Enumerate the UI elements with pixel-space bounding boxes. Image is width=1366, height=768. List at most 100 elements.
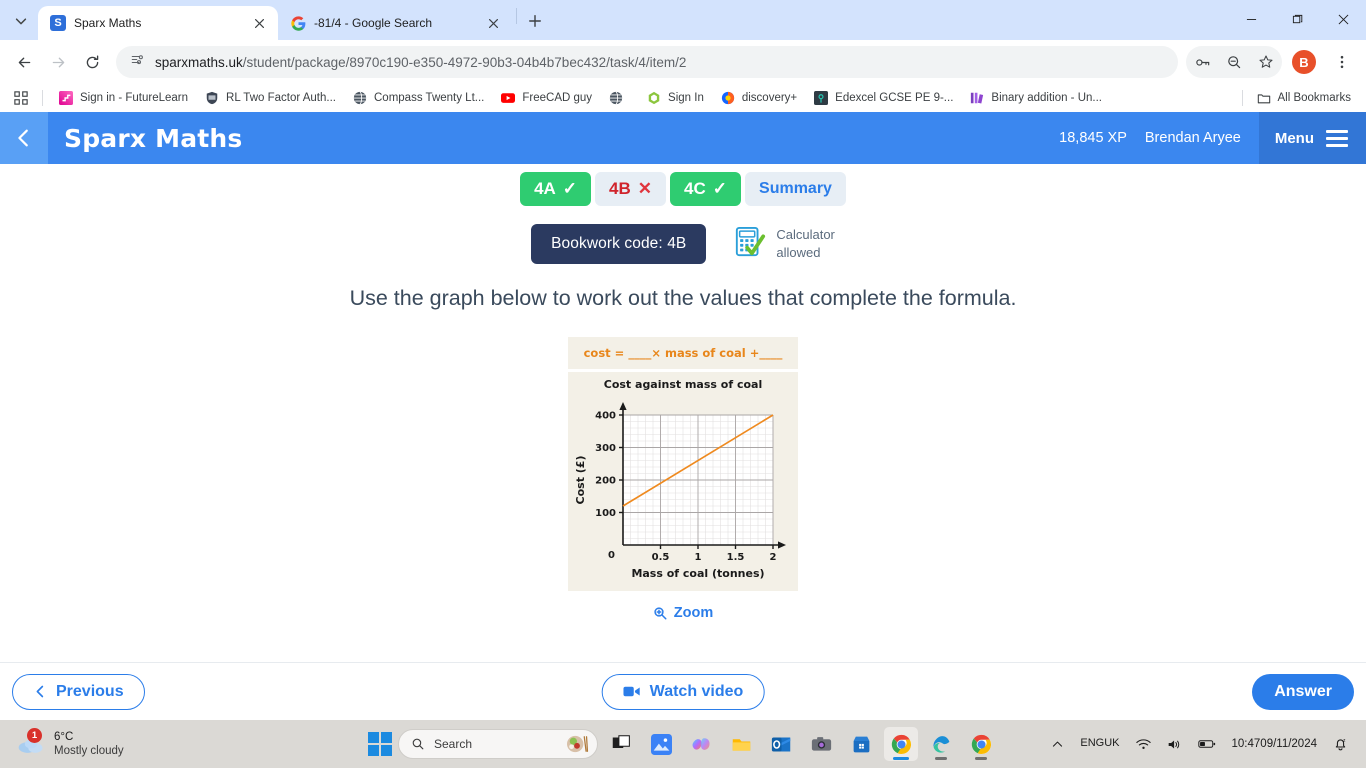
new-tab-button[interactable]: [521, 7, 549, 35]
watch-video-wrapper: Watch video: [601, 673, 765, 710]
start-button[interactable]: [368, 732, 392, 756]
reload-icon[interactable]: [76, 46, 108, 78]
microsoft-store-icon[interactable]: [844, 727, 878, 761]
chart-title: Cost against mass of coal: [603, 378, 763, 391]
bookmark-sign-in[interactable]: Sign In: [639, 87, 711, 109]
bookmark-label: Binary addition - Un...: [991, 92, 1102, 104]
bookmark-rl-two-factor[interactable]: RL Two Factor Auth...: [197, 87, 343, 109]
volume-icon[interactable]: [1161, 734, 1188, 755]
outlook-icon[interactable]: [764, 727, 798, 761]
x-axis-label: Mass of coal (tonnes): [631, 567, 764, 580]
watch-video-button[interactable]: Watch video: [601, 673, 765, 710]
close-window-icon[interactable]: [1320, 0, 1366, 38]
task-view-icon[interactable]: [604, 727, 638, 761]
previous-button[interactable]: Previous: [12, 673, 145, 710]
apps-grid-icon[interactable]: [8, 86, 34, 110]
url-host: sparxmaths.uk: [155, 54, 243, 70]
tab-sparx-maths[interactable]: S Sparx Maths: [38, 6, 278, 40]
app-brand: Sparx Maths: [64, 123, 243, 153]
weather-text: 6°C Mostly cloudy: [54, 730, 124, 759]
all-bookmarks-button[interactable]: All Bookmarks: [1249, 87, 1359, 109]
weather-widget[interactable]: 1 6°C Mostly cloudy: [8, 728, 132, 761]
close-icon[interactable]: [250, 14, 268, 32]
windows-taskbar: 1 6°C Mostly cloudy Search ENG UK 10:47 …: [0, 720, 1366, 768]
maximize-icon[interactable]: [1274, 0, 1320, 38]
calculator-allowed: Calculator allowed: [734, 226, 835, 263]
zoom-button[interactable]: Zoom: [653, 605, 713, 621]
bookmark-edexcel-gcse-pe[interactable]: Edexcel GCSE PE 9-...: [806, 87, 960, 109]
camera-icon[interactable]: [804, 727, 838, 761]
bookmark-label: Edexcel GCSE PE 9-...: [835, 92, 954, 104]
battery-icon[interactable]: [1192, 734, 1222, 754]
bookmark-unnamed-globe[interactable]: [601, 87, 637, 109]
bookmark-label: RL Two Factor Auth...: [226, 92, 336, 104]
chrome-menu-icon[interactable]: [1326, 46, 1358, 78]
site-settings-icon[interactable]: [130, 52, 145, 72]
bookmark-label: Sign in - FutureLearn: [80, 92, 189, 104]
close-icon[interactable]: [484, 14, 502, 32]
app-back-button[interactable]: [0, 112, 48, 164]
search-illustration-icon: [567, 735, 589, 753]
weather-temperature: 6°C: [54, 730, 74, 743]
y-axis-label: Cost (£): [574, 456, 587, 505]
clock[interactable]: 10:47 09/11/2024: [1226, 733, 1323, 756]
notifications-icon[interactable]: z: [1327, 733, 1354, 756]
question-content: 4A ✓ 4B ✕ 4C ✓ Summary Bookwork code: 4B: [0, 164, 1366, 720]
app-bar-right: 18,845 XP Brendan Aryee Menu: [1059, 112, 1366, 164]
task-chip-4b[interactable]: 4B ✕: [595, 172, 667, 206]
task-chip-summary[interactable]: Summary: [745, 172, 846, 206]
question-prompt: Use the graph below to work out the valu…: [349, 286, 1017, 310]
forward-icon[interactable]: [42, 46, 74, 78]
bookmark-discovery-plus[interactable]: discovery+: [713, 87, 804, 109]
search-placeholder: Search: [434, 737, 473, 751]
wifi-icon[interactable]: [1130, 734, 1157, 755]
language-line-2: UK: [1104, 737, 1120, 750]
bookmark-star-icon[interactable]: [1250, 46, 1282, 78]
discovery-icon: [720, 90, 736, 106]
question-figure: cost = ____× mass of coal +____ Cost aga…: [568, 337, 798, 591]
answer-button[interactable]: Answer: [1252, 673, 1354, 710]
xp-counter: 18,845 XP: [1059, 130, 1127, 146]
zoom-out-icon[interactable]: [1218, 46, 1250, 78]
back-icon[interactable]: [8, 46, 40, 78]
chip-label: Summary: [759, 180, 832, 197]
formula-box: cost = ____× mass of coal +____: [568, 337, 798, 369]
task-chip-4c[interactable]: 4C ✓: [670, 172, 742, 206]
menu-button[interactable]: Menu: [1258, 112, 1366, 164]
tab-google-search[interactable]: -81/4 - Google Search: [278, 6, 512, 40]
language-line-1: ENG: [1080, 737, 1105, 750]
bookmark-binary-addition[interactable]: Binary addition - Un...: [962, 87, 1109, 109]
globe-icon: [352, 90, 368, 106]
address-bar[interactable]: sparxmaths.uk/student/package/8970c190-e…: [116, 46, 1178, 78]
tab-search-button[interactable]: [4, 6, 38, 36]
check-icon: ✓: [562, 179, 578, 198]
edge-icon[interactable]: [924, 727, 958, 761]
chrome-icon[interactable]: [884, 727, 918, 761]
cloud-icon: 1: [16, 728, 46, 757]
globe-icon: [608, 90, 624, 106]
copilot-icon[interactable]: [684, 727, 718, 761]
chrome-icon[interactable]: [964, 727, 998, 761]
minimize-icon[interactable]: [1228, 0, 1274, 38]
formula-prefix: cost =: [583, 346, 625, 360]
bookmark-freecad-guy[interactable]: FreeCAD guy: [493, 87, 599, 109]
bookmark-compass-twenty[interactable]: Compass Twenty Lt...: [345, 87, 491, 109]
previous-label: Previous: [56, 682, 124, 700]
lock-icon: [813, 90, 829, 106]
calculator-icon: [734, 226, 766, 263]
calculator-text: Calculator allowed: [776, 226, 835, 261]
taskbar-search[interactable]: Search: [398, 729, 598, 759]
menu-label: Menu: [1274, 129, 1314, 147]
cost-vs-mass-chart: 0 100 200 300 400 0.5 1 1.5 2 Cost (£) Mass of coa…: [574, 402, 786, 580]
profile-avatar[interactable]: B: [1292, 50, 1316, 74]
language-indicator[interactable]: ENG UK: [1074, 733, 1125, 754]
bookmark-futurelearn[interactable]: Sign in - FutureLearn: [51, 87, 195, 109]
task-chip-4a[interactable]: 4A ✓: [520, 172, 592, 206]
chip-label: 4B: [609, 179, 631, 198]
svg-text:1.5: 1.5: [727, 552, 745, 563]
photos-icon[interactable]: [644, 727, 678, 761]
bookmark-label: Sign In: [668, 92, 704, 104]
tray-overflow-chevron-icon[interactable]: [1045, 734, 1070, 755]
password-key-icon[interactable]: [1186, 46, 1218, 78]
file-explorer-icon[interactable]: [724, 727, 758, 761]
